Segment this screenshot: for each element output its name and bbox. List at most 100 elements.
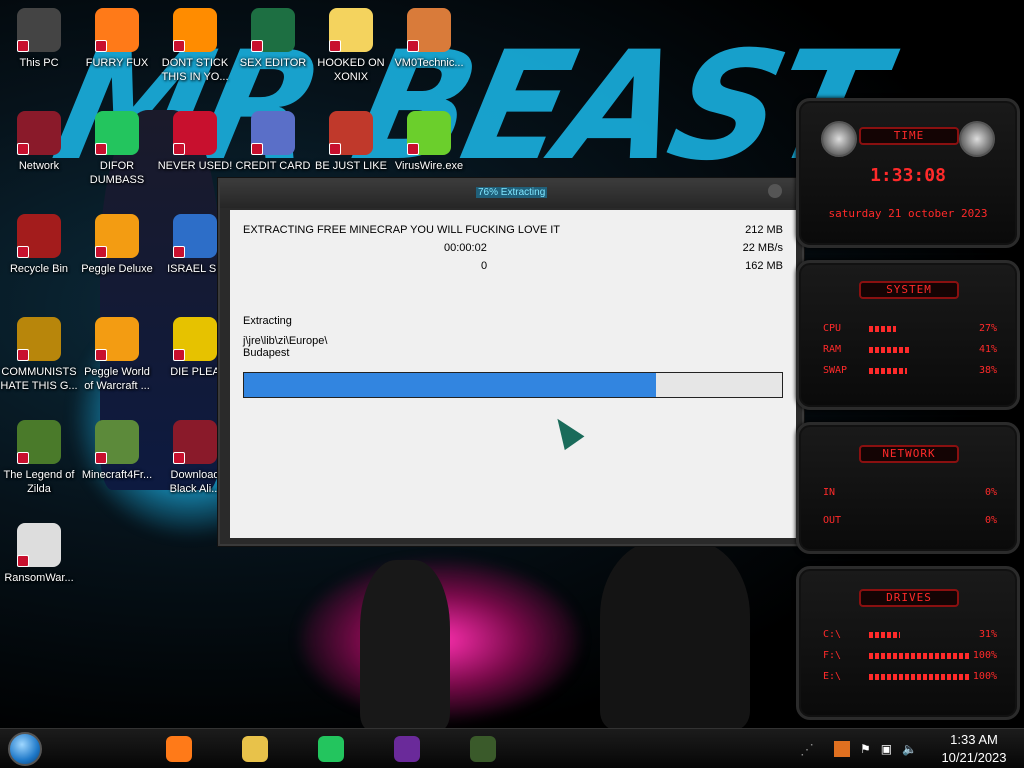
desktop-icon[interactable]: SEX EDITOR xyxy=(234,8,312,70)
progress-fill xyxy=(244,373,656,397)
firefox-icon xyxy=(95,8,139,52)
desktop-icon[interactable]: The Legend of Zilda xyxy=(0,420,78,496)
widget-row-label: RAM xyxy=(823,344,842,355)
desktop-icon-label: Network xyxy=(18,160,60,172)
taskbar-pinned-button[interactable] xyxy=(162,733,196,765)
shortcut-arrow-icon xyxy=(407,40,419,52)
widget-row-bar xyxy=(869,326,896,332)
tray-overflow-icon[interactable]: ⋰ xyxy=(800,741,814,758)
firefox-icon xyxy=(166,736,192,762)
shortcut-arrow-icon xyxy=(95,349,107,361)
desktop-icon-label: FURRY FUX xyxy=(85,57,149,69)
taskbar-pinned-button[interactable] xyxy=(314,733,348,765)
shortcut-arrow-icon xyxy=(173,349,185,361)
shortcut-arrow-icon xyxy=(17,40,29,52)
window-menu-icon[interactable] xyxy=(768,184,782,198)
desktop-icon[interactable]: DONT STICK THIS IN YO... xyxy=(156,8,234,84)
discord-green-icon xyxy=(95,111,139,155)
drives-widget: DRIVES C:\ 31% F:\ 100% E:\ 100% xyxy=(796,566,1020,720)
peggle-wow-icon xyxy=(95,317,139,361)
speed: 22 MB/s xyxy=(742,242,783,254)
drives-widget-header: DRIVES xyxy=(859,589,959,607)
widget-date: saturday 21 october 2023 xyxy=(828,207,988,220)
widget-row-value: 100% xyxy=(972,671,997,682)
flag-icon[interactable]: ⚑ xyxy=(860,742,871,756)
zelda-icon xyxy=(17,420,61,464)
widget-row-value: 38% xyxy=(978,365,997,376)
desktop-icon-label: VM0Technic... xyxy=(394,57,464,69)
this-pc-icon xyxy=(17,8,61,52)
vlc-cone-icon xyxy=(173,8,217,52)
desktop-icon[interactable]: FURRY FUX xyxy=(78,8,156,70)
desktop-icon-label: COMMUNISTS HATE THIS G... xyxy=(0,366,78,392)
shortcut-arrow-icon xyxy=(95,143,107,155)
recycle-bin-icon xyxy=(17,214,61,258)
tray-app-icon[interactable] xyxy=(834,741,850,757)
shortcut-arrow-icon xyxy=(17,143,29,155)
status-text: Extracting xyxy=(243,315,292,327)
shortcut-arrow-icon xyxy=(251,143,263,155)
desktop-icon-label: BE JUST LIKE xyxy=(315,160,387,172)
widget-row-bar xyxy=(869,347,910,353)
desktop-icon[interactable]: VirusWire.exe xyxy=(390,111,468,173)
system-widget-header: SYSTEM xyxy=(859,281,959,299)
desktop-icon[interactable]: Peggle World of Warcraft ... xyxy=(78,317,156,393)
system-tray: ⋰ ⚑ ▣ 🔈 xyxy=(800,729,927,768)
desktop-icon[interactable]: DIFOR DUMBASS xyxy=(78,111,156,187)
remaining-count: 0 xyxy=(481,260,488,272)
desktop-icon[interactable]: Network xyxy=(0,111,78,173)
processed-size: 162 MB xyxy=(745,260,783,272)
shortcut-arrow-icon xyxy=(17,452,29,464)
desktop-icon[interactable]: This PC xyxy=(0,8,78,70)
app-purple-icon xyxy=(394,736,420,762)
desktop-icon[interactable]: CREDIT CARD xyxy=(234,111,312,173)
desktop-icon-label: DONT STICK THIS IN YO... xyxy=(161,57,229,83)
desktop-icon[interactable]: COMMUNISTS HATE THIS G... xyxy=(0,317,78,393)
shortcut-arrow-icon xyxy=(17,349,29,361)
discord-green-icon xyxy=(318,736,344,762)
skull-icon xyxy=(17,523,61,567)
widget-row-bar xyxy=(869,653,969,659)
alien-red-icon xyxy=(173,420,217,464)
shortcut-arrow-icon xyxy=(329,143,341,155)
shortcut-arrow-icon xyxy=(173,40,185,52)
desktop-icon[interactable]: BE JUST LIKE xyxy=(312,111,390,173)
excel-icon xyxy=(251,8,295,52)
widget-row-label: E:\ xyxy=(823,671,842,682)
widget-row-bar xyxy=(869,368,907,374)
desktop: MR BEAST This PC FURRY FUX DONT STICK THIS… xyxy=(0,0,1024,768)
dialog-title: 76% Extracting xyxy=(476,187,548,198)
network-widget-header: NETWORK xyxy=(859,445,959,463)
taskbar-clock[interactable]: 1:33 AM 10/21/2023 xyxy=(934,729,1014,767)
desktop-icon-label: Recycle Bin xyxy=(9,263,69,275)
shortcut-arrow-icon xyxy=(17,246,29,258)
desktop-icon[interactable]: Peggle Deluxe xyxy=(78,214,156,276)
desktop-icon-label: Peggle World of Warcraft ... xyxy=(84,366,150,392)
widget-row-value: 0% xyxy=(984,515,997,526)
widget-row-bar xyxy=(869,632,900,638)
clock-date: 10/21/2023 xyxy=(941,750,1007,765)
network-tray-icon[interactable]: ▣ xyxy=(881,742,892,756)
desktop-icon[interactable]: VM0Technic... xyxy=(390,8,468,70)
desktop-icon[interactable]: NEVER USED! xyxy=(156,111,234,173)
desktop-icon[interactable]: Minecraft4Fr... xyxy=(78,420,156,482)
desktop-icon-label: SEX EDITOR xyxy=(239,57,307,69)
dialog-body: EXTRACTING FREE MINECRAP YOU WILL FUCKIN… xyxy=(230,210,796,538)
time-widget-header: TIME xyxy=(859,127,959,145)
extraction-heading: EXTRACTING FREE MINECRAP YOU WILL FUCKIN… xyxy=(243,224,561,236)
desktop-icon[interactable]: RansomWar... xyxy=(0,523,78,585)
desktop-icon[interactable]: HOOKED ON XONIX xyxy=(312,8,390,84)
credit-card-icon xyxy=(251,111,295,155)
taskbar-pinned-button[interactable] xyxy=(466,733,500,765)
taskbar-pinned-button[interactable] xyxy=(390,733,424,765)
taskbar-pinned-button[interactable] xyxy=(238,733,272,765)
dialog-titlebar[interactable]: 76% Extracting xyxy=(220,180,802,208)
desktop-icon[interactable]: Recycle Bin xyxy=(0,214,78,276)
desktop-icon-label: The Legend of Zilda xyxy=(3,469,75,495)
current-path: j\jre\lib\zi\Europe\ xyxy=(243,335,328,347)
start-button[interactable] xyxy=(8,732,42,766)
cartoon-icon xyxy=(329,8,373,52)
widget-row-value: 31% xyxy=(978,629,997,640)
volume-icon[interactable]: 🔈 xyxy=(902,742,917,756)
peggle-icon xyxy=(95,214,139,258)
